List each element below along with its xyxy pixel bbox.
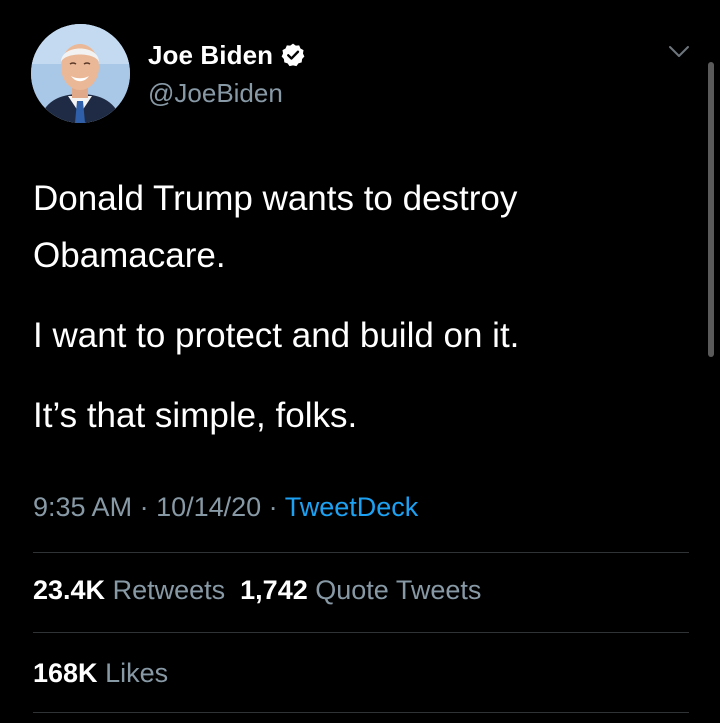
likes-count: 168K bbox=[33, 658, 98, 688]
separator-dot: · bbox=[132, 492, 157, 522]
tweet-detail: Joe Biden @JoeBiden Donald Trump wants t… bbox=[0, 0, 720, 723]
quote-tweets-label: Quote Tweets bbox=[315, 575, 482, 605]
likes-stats-row: 168K Likes bbox=[33, 658, 168, 689]
author-handle[interactable]: @JoeBiden bbox=[148, 78, 283, 109]
retweets-count: 23.4K bbox=[33, 575, 106, 605]
scrollbar[interactable] bbox=[708, 62, 714, 357]
tweet-date[interactable]: 10/14/20 bbox=[156, 492, 261, 522]
tweet-paragraph: It’s that simple, folks. bbox=[33, 396, 358, 435]
likes-label: Likes bbox=[105, 658, 169, 688]
tweet-text: Donald Trump wants to destroy Obamacare.… bbox=[33, 170, 673, 444]
tweet-source-link[interactable]: TweetDeck bbox=[285, 492, 419, 522]
verified-badge-icon bbox=[280, 42, 306, 68]
author-name-row: Joe Biden bbox=[148, 38, 306, 72]
divider bbox=[33, 712, 689, 713]
avatar[interactable] bbox=[31, 24, 130, 123]
author-display-name[interactable]: Joe Biden bbox=[148, 40, 273, 71]
avatar-image bbox=[31, 24, 130, 123]
retweets-label: Retweets bbox=[112, 575, 226, 605]
separator-dot: · bbox=[261, 492, 285, 522]
tweet-paragraph: I want to protect and build on it. bbox=[33, 316, 520, 355]
retweet-stats-row: 23.4K Retweets 1,742 Quote Tweets bbox=[33, 575, 481, 606]
tweet-timestamp-row: 9:35 AM · 10/14/20 · TweetDeck bbox=[33, 492, 418, 523]
likes-stat[interactable]: 168K Likes bbox=[33, 658, 168, 688]
retweets-stat[interactable]: 23.4K Retweets bbox=[33, 575, 225, 605]
chevron-down-icon[interactable] bbox=[668, 44, 690, 60]
tweet-paragraph: Donald Trump wants to destroy Obamacare. bbox=[33, 179, 518, 275]
divider bbox=[33, 632, 689, 633]
quote-tweets-stat[interactable]: 1,742 Quote Tweets bbox=[240, 575, 481, 605]
tweet-time[interactable]: 9:35 AM bbox=[33, 492, 132, 522]
quote-tweets-count: 1,742 bbox=[240, 575, 308, 605]
divider bbox=[33, 552, 689, 553]
